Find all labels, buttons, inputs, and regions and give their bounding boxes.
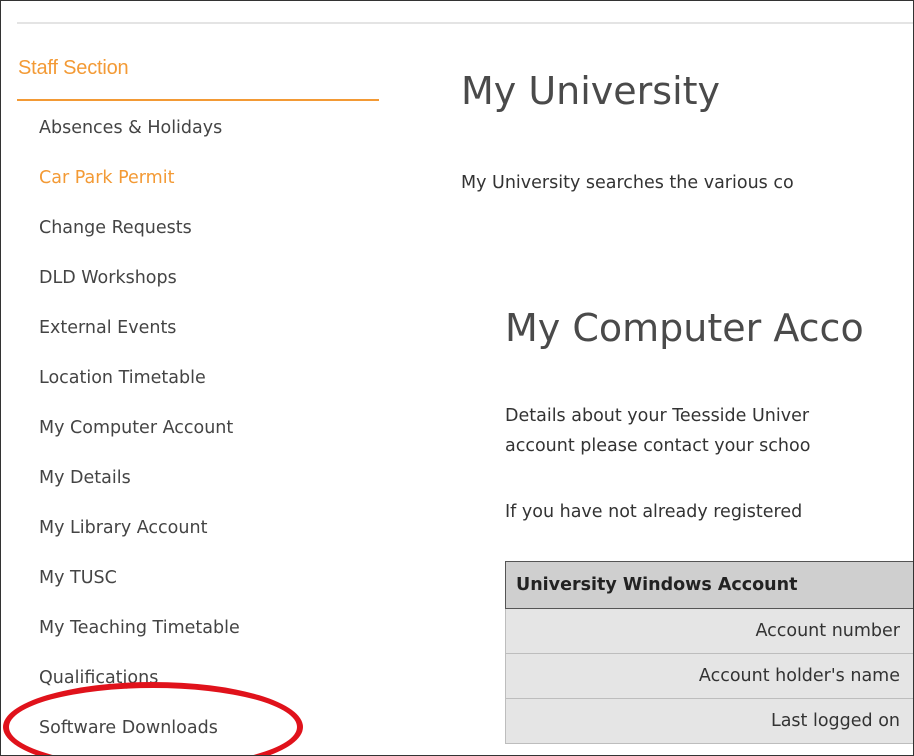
account-details-line-1: Details about your Teesside Univer <box>505 406 810 426</box>
account-holder-name-label: Account holder's name <box>505 653 913 699</box>
sidebar-item-location-timetable[interactable]: Location Timetable <box>39 364 240 414</box>
sidebar-item-my-details[interactable]: My Details <box>39 464 240 514</box>
sidebar-item-my-library-account[interactable]: My Library Account <box>39 514 240 564</box>
sidebar-heading: Staff Section <box>18 57 129 79</box>
sidebar-item-dld-workshops[interactable]: DLD Workshops <box>39 264 240 314</box>
sidebar-item-my-teaching-timetable[interactable]: My Teaching Timetable <box>39 614 240 664</box>
sidebar-item-car-park-permit[interactable]: Car Park Permit <box>39 164 240 214</box>
sidebar-divider <box>17 99 379 101</box>
section-title: My Computer Acco <box>505 306 864 350</box>
last-logged-on-label: Last logged on <box>505 698 913 744</box>
page-frame: Staff Section Absences & Holidays Car Pa… <box>0 0 914 756</box>
account-details-line-2: account please contact your schoo <box>505 436 811 456</box>
table-row: Account number <box>505 608 913 654</box>
sidebar-item-my-computer-account[interactable]: My Computer Account <box>39 414 240 464</box>
intro-text: My University searches the various co <box>461 173 794 193</box>
account-table: University Windows Account Account numbe… <box>505 561 913 744</box>
sidebar: Staff Section Absences & Holidays Car Pa… <box>1 1 381 755</box>
account-details-text: Details about your Teesside Univer accou… <box>505 401 810 461</box>
sidebar-nav: Absences & Holidays Car Park Permit Chan… <box>39 114 240 755</box>
registration-text: If you have not already registered <box>505 502 803 522</box>
main-content: My University My University searches the… <box>461 1 913 755</box>
table-row: Last logged on <box>505 698 913 744</box>
account-number-label: Account number <box>505 608 913 654</box>
table-header: University Windows Account <box>505 561 913 609</box>
table-row: Account holder's name <box>505 653 913 699</box>
sidebar-item-absences-holidays[interactable]: Absences & Holidays <box>39 114 240 164</box>
sidebar-item-my-tusc[interactable]: My TUSC <box>39 564 240 614</box>
sidebar-item-external-events[interactable]: External Events <box>39 314 240 364</box>
sidebar-item-change-requests[interactable]: Change Requests <box>39 214 240 264</box>
page-title: My University <box>461 69 721 113</box>
